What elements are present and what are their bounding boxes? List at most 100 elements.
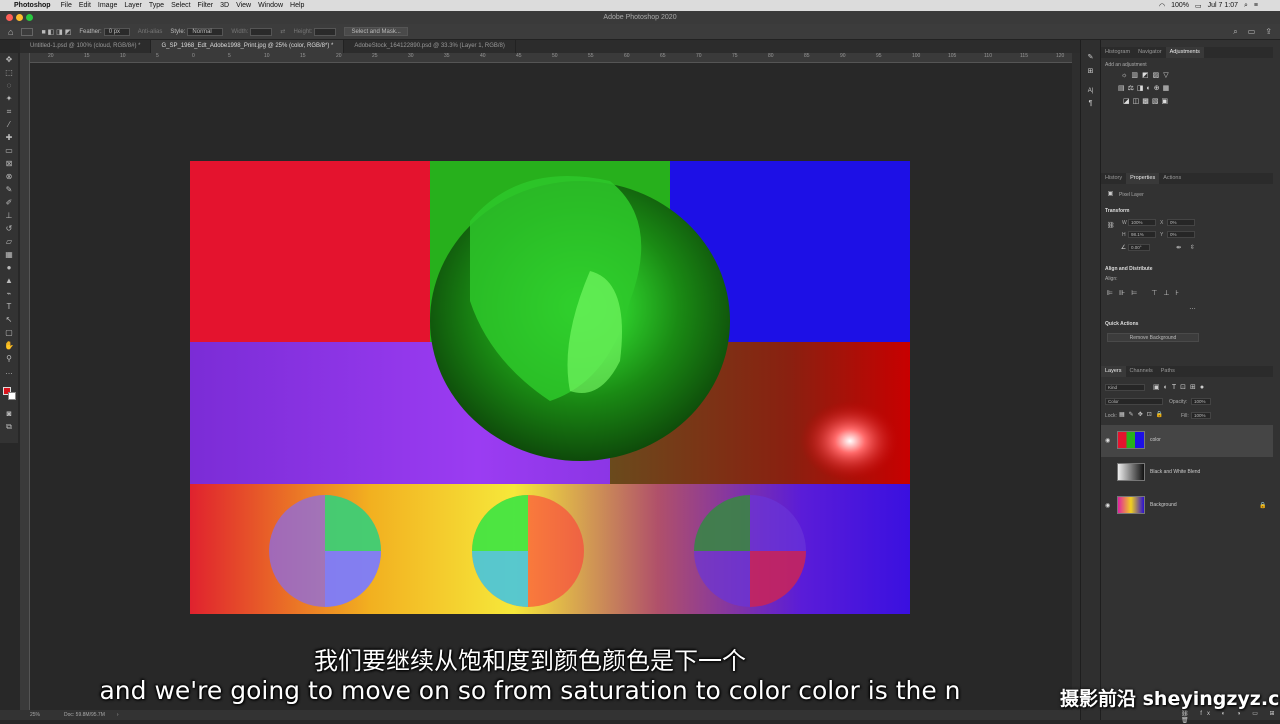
doc-size[interactable]: Doc: 59.8M/95.7M bbox=[64, 712, 105, 718]
layer-name[interactable]: color bbox=[1150, 437, 1161, 443]
feather-input[interactable]: 0 px bbox=[103, 27, 130, 36]
pen-tool-icon[interactable]: ⌁ bbox=[4, 289, 14, 299]
hand-tool-icon[interactable]: ✋ bbox=[4, 341, 14, 351]
crop-tool-icon[interactable]: ⌗ bbox=[4, 107, 14, 117]
lasso-tool-icon[interactable]: ◌ bbox=[4, 81, 14, 91]
align-icons[interactable]: ⊫⊪⊨ ⊤⊥⊦ bbox=[1107, 289, 1185, 297]
pencil-tool-icon[interactable]: ✐ bbox=[4, 198, 14, 208]
layer-name[interactable]: Background bbox=[1150, 502, 1177, 508]
visibility-eye-icon[interactable]: ◉ bbox=[1105, 502, 1110, 509]
visibility-eye-icon[interactable]: ◉ bbox=[1105, 437, 1110, 444]
share-icon[interactable]: ⇪ bbox=[1265, 27, 1272, 37]
search-icon[interactable]: ⌕ bbox=[1244, 2, 1248, 10]
minimize-window-button[interactable] bbox=[16, 14, 23, 21]
menu-window[interactable]: Window bbox=[258, 2, 290, 9]
lock-icons[interactable]: ▦✎✥⊡🔒 bbox=[1119, 411, 1167, 418]
menu-help[interactable]: Help bbox=[290, 2, 311, 9]
menu-image[interactable]: Image bbox=[98, 2, 124, 9]
height-input[interactable]: 98.1% bbox=[1128, 231, 1156, 238]
layer-footer-icons[interactable]: ⛓ fx ◐ ◑ ▭ ⊞ 🗑 bbox=[1181, 710, 1280, 724]
link-icon[interactable]: ⛓ bbox=[1107, 223, 1115, 230]
menu-layer[interactable]: Layer bbox=[124, 2, 149, 9]
tab-active-document[interactable]: G_SP_1968_Edt_Adobe1998_Print.jpg @ 25% … bbox=[151, 40, 345, 53]
brush-tool-icon[interactable]: ✎ bbox=[4, 185, 14, 195]
magic-wand-tool-icon[interactable]: ✦ bbox=[4, 94, 14, 104]
transform-section-title[interactable]: Transform bbox=[1105, 208, 1129, 214]
close-window-button[interactable] bbox=[6, 14, 13, 21]
width-input[interactable]: 100% bbox=[1128, 219, 1156, 226]
antialias-checkbox-label[interactable]: Anti-alias bbox=[138, 29, 163, 35]
ruler-tool-icon[interactable]: ▭ bbox=[4, 146, 14, 156]
move-tool-icon[interactable]: ✥ bbox=[4, 55, 14, 65]
height-input[interactable] bbox=[314, 27, 337, 36]
flip-horizontal-icon[interactable]: ⇹ bbox=[1175, 245, 1182, 252]
menu-file[interactable]: File bbox=[61, 2, 79, 9]
layer-row-background[interactable]: ◉ Background 🔒 bbox=[1101, 490, 1273, 522]
style-select[interactable]: Normal bbox=[187, 27, 224, 36]
vertical-scrollbar[interactable] bbox=[1072, 53, 1080, 710]
adjustment-icons-row-2[interactable]: ▤⚖◨◐⊕▦ bbox=[1118, 84, 1172, 92]
layer-filter-icons[interactable]: ▣◐T⊡⊞● bbox=[1153, 383, 1208, 391]
paragraph-panel-icon[interactable]: ¶ bbox=[1087, 100, 1094, 107]
tab-histogram[interactable]: Histogram bbox=[1101, 47, 1134, 58]
tab-navigator[interactable]: Navigator bbox=[1134, 47, 1166, 58]
quick-actions-title[interactable]: Quick Actions bbox=[1105, 321, 1138, 327]
gradient-tool-icon[interactable]: ▦ bbox=[4, 250, 14, 260]
blend-mode-select[interactable]: Color bbox=[1105, 398, 1163, 405]
history-brush-tool-icon[interactable]: ↺ bbox=[4, 224, 14, 234]
shape-tool-icon[interactable]: ▢ bbox=[4, 328, 14, 338]
path-selection-tool-icon[interactable]: ↖ bbox=[4, 315, 14, 325]
battery-icon[interactable]: ▭ bbox=[1195, 2, 1202, 10]
remove-background-button[interactable]: Remove Background bbox=[1107, 333, 1199, 342]
swap-icon[interactable]: ⇄ bbox=[280, 28, 285, 35]
width-input[interactable] bbox=[250, 27, 273, 36]
menu-type[interactable]: Type bbox=[149, 2, 171, 9]
clone-stamp-tool-icon[interactable]: ⊥ bbox=[4, 211, 14, 221]
selection-mode-icons[interactable]: ■ ◧ ◨ ◩ bbox=[41, 28, 71, 36]
tab-adobestock[interactable]: AdobeStock_164122890.psd @ 33.3% (Layer … bbox=[344, 40, 516, 53]
more-tools-icon[interactable]: … bbox=[4, 367, 14, 377]
x-input[interactable]: 0% bbox=[1167, 219, 1195, 226]
tab-history[interactable]: History bbox=[1101, 173, 1126, 184]
kind-filter-select[interactable]: Kind bbox=[1105, 384, 1145, 391]
tab-adjustments[interactable]: Adjustments bbox=[1165, 47, 1204, 58]
quick-mask-icon[interactable]: ◙ bbox=[4, 409, 14, 419]
type-tool-icon[interactable]: T bbox=[4, 302, 14, 312]
blur-tool-icon[interactable]: ● bbox=[4, 263, 14, 273]
angle-input[interactable]: 0.00° bbox=[1128, 244, 1150, 251]
workspace-icon[interactable]: ▭ bbox=[1248, 27, 1256, 37]
tab-paths[interactable]: Paths bbox=[1157, 366, 1179, 377]
zoom-window-button[interactable] bbox=[26, 14, 33, 21]
document-image[interactable] bbox=[190, 161, 910, 614]
healing-tool-icon[interactable]: ✚ bbox=[4, 133, 14, 143]
tab-properties[interactable]: Properties bbox=[1126, 173, 1160, 184]
opacity-input[interactable]: 100% bbox=[1191, 398, 1211, 405]
y-input[interactable]: 0% bbox=[1167, 231, 1195, 238]
clone-source-icon[interactable]: ⊞ bbox=[1087, 68, 1094, 75]
menu-3d[interactable]: 3D bbox=[220, 2, 236, 9]
select-and-mask-button[interactable]: Select and Mask... bbox=[344, 27, 408, 36]
zoom-tool-icon[interactable]: ⚲ bbox=[4, 354, 14, 364]
brush-settings-icon[interactable]: ✎ bbox=[1087, 54, 1094, 61]
flip-vertical-icon[interactable]: ⇳ bbox=[1189, 245, 1196, 252]
align-section-title[interactable]: Align and Distribute bbox=[1105, 266, 1153, 272]
tab-untitled[interactable]: Untitled-1.psd @ 100% (cloud, RGB/8#) * bbox=[20, 40, 152, 53]
home-icon[interactable]: ⌂ bbox=[8, 27, 13, 37]
marquee-preset-icon[interactable] bbox=[21, 27, 34, 36]
status-arrow-icon[interactable]: › bbox=[117, 712, 119, 718]
layer-row-color[interactable]: ◉ color bbox=[1101, 425, 1273, 457]
adjustment-icons-row-1[interactable]: ☼▥◩▨▽ bbox=[1121, 71, 1173, 79]
more-options-icon[interactable]: … bbox=[1189, 304, 1196, 311]
menu-list-icon[interactable]: ≡ bbox=[1254, 2, 1258, 9]
zoom-level[interactable]: 25% bbox=[30, 712, 40, 718]
menu-view[interactable]: View bbox=[236, 2, 258, 9]
tab-channels[interactable]: Channels bbox=[1126, 366, 1157, 377]
menu-filter[interactable]: Filter bbox=[198, 2, 221, 9]
character-panel-icon[interactable]: A| bbox=[1087, 88, 1094, 95]
menu-edit[interactable]: Edit bbox=[79, 2, 98, 9]
eraser-tool-icon[interactable]: ▱ bbox=[4, 237, 14, 247]
tab-actions[interactable]: Actions bbox=[1159, 173, 1185, 184]
dodge-tool-icon[interactable]: ▲ bbox=[4, 276, 14, 286]
menu-select[interactable]: Select bbox=[171, 2, 197, 9]
fill-input[interactable]: 100% bbox=[1191, 412, 1211, 419]
